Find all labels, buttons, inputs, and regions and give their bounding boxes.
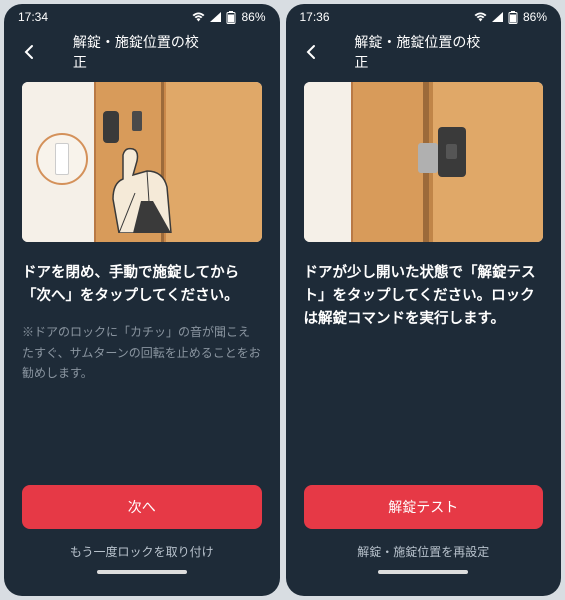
status-bar: 17:36 86% — [286, 4, 562, 30]
next-button[interactable]: 次へ — [22, 485, 262, 529]
page-title: 解錠・施錠位置の校正 — [354, 32, 492, 72]
wifi-icon — [474, 12, 487, 22]
smart-lock-icon — [438, 127, 466, 177]
signal-icon — [210, 12, 221, 22]
status-time: 17:34 — [18, 10, 48, 24]
illustration-door-ajar — [304, 82, 544, 242]
app-header: 解錠・施錠位置の校正 — [286, 30, 562, 74]
phone-screen-1: 17:34 86% 解錠・施錠位置の校正 — [4, 4, 280, 596]
phone-screen-2: 17:36 86% 解錠・施錠位置の校正 — [286, 4, 562, 596]
page-title: 解錠・施錠位置の校正 — [73, 32, 211, 72]
zoom-detail-icon — [36, 133, 88, 185]
recalibrate-link[interactable]: 解錠・施錠位置を再設定 — [304, 543, 544, 560]
door-latch-icon — [418, 143, 438, 173]
battery-percent: 86% — [523, 10, 547, 24]
illustration-lock-manual — [22, 82, 262, 242]
unlock-test-button[interactable]: 解錠テスト — [304, 485, 544, 529]
instruction-main: ドアが少し開いた状態で「解錠テスト」をタップしてください。ロックは解錠コマンドを… — [304, 262, 544, 332]
nav-handle[interactable] — [378, 570, 468, 574]
app-header: 解錠・施錠位置の校正 — [4, 30, 280, 74]
status-icons: 86% — [474, 10, 547, 24]
reinstall-lock-link[interactable]: もう一度ロックを取り付け — [22, 543, 262, 560]
status-bar: 17:34 86% — [4, 4, 280, 30]
battery-percent: 86% — [241, 10, 265, 24]
back-button[interactable] — [14, 36, 46, 68]
hand-icon — [103, 143, 183, 233]
battery-icon — [226, 11, 236, 24]
battery-icon — [508, 11, 518, 24]
instruction-main: ドアを閉め、手動で施錠してから「次へ」をタップしてください。 — [22, 262, 262, 308]
content-area: ドアを閉め、手動で施錠してから「次へ」をタップしてください。 ※ドアのロックに「… — [4, 74, 280, 596]
back-button[interactable] — [296, 36, 328, 68]
nav-handle[interactable] — [97, 570, 187, 574]
status-time: 17:36 — [300, 10, 330, 24]
signal-icon — [492, 12, 503, 22]
instruction-sub: ※ドアのロックに「カチッ」の音が聞こえたすぐ、サムターンの回転を止めることをお勧… — [22, 322, 262, 383]
content-area: ドアが少し開いた状態で「解錠テスト」をタップしてください。ロックは解錠コマンドを… — [286, 74, 562, 596]
wifi-icon — [192, 12, 205, 22]
status-icons: 86% — [192, 10, 265, 24]
